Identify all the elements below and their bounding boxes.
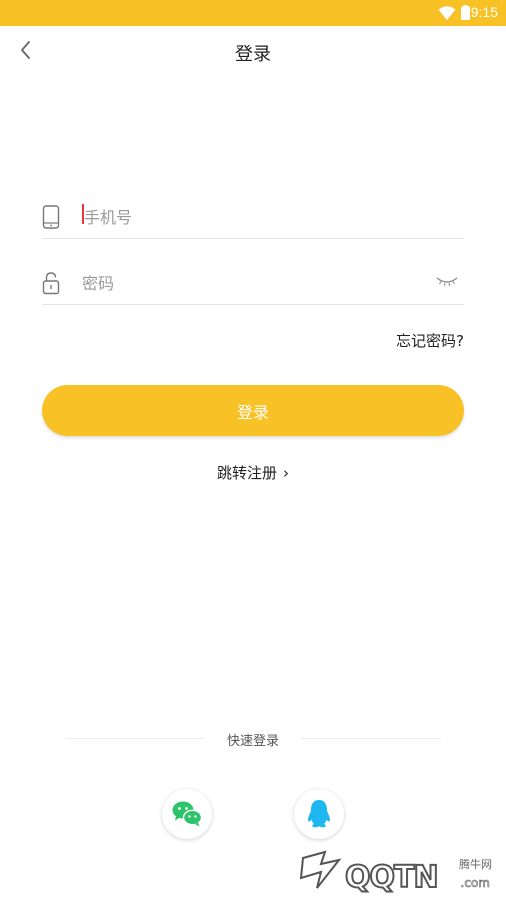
register-label: 跳转注册 <box>216 464 277 482</box>
status-time: 9:15 <box>470 4 498 20</box>
wechat-login-button[interactable] <box>162 789 212 839</box>
page-title: 登录 <box>235 44 271 65</box>
watermark-domain-text: .com <box>460 876 490 891</box>
phone-field[interactable] <box>42 195 464 239</box>
watermark: 腾牛网 QQTN .com <box>295 850 500 896</box>
watermark-cn-text: 腾牛网 <box>459 858 492 871</box>
wifi-icon <box>438 6 456 20</box>
password-input[interactable] <box>82 269 422 297</box>
wechat-icon <box>172 801 203 827</box>
chevron-right-icon: › <box>283 464 289 482</box>
phone-icon <box>42 205 60 229</box>
qq-login-button[interactable] <box>294 789 344 839</box>
forgot-password-link[interactable]: 忘记密码? <box>396 330 464 351</box>
quick-login-divider: 快速登录 <box>0 729 506 749</box>
quick-login-label: 快速登录 <box>226 734 279 749</box>
watermark-brand-text: QQTN <box>344 859 440 896</box>
register-link[interactable]: 跳转注册 › <box>0 462 506 483</box>
status-bar: 9:15 <box>0 0 506 26</box>
lock-icon <box>42 272 60 295</box>
eye-closed-icon[interactable] <box>436 273 458 289</box>
battery-icon <box>461 5 470 20</box>
qq-icon <box>308 800 330 828</box>
password-field[interactable] <box>42 261 464 305</box>
login-button[interactable]: 登录 <box>42 385 464 436</box>
login-screen: 9:15 登录 忘记密码? 登录 跳转 <box>0 0 506 900</box>
divider-right <box>301 738 441 739</box>
watermark-logo-icon <box>299 850 342 889</box>
phone-input[interactable] <box>84 203 424 231</box>
nav-bar: 登录 <box>0 26 506 78</box>
